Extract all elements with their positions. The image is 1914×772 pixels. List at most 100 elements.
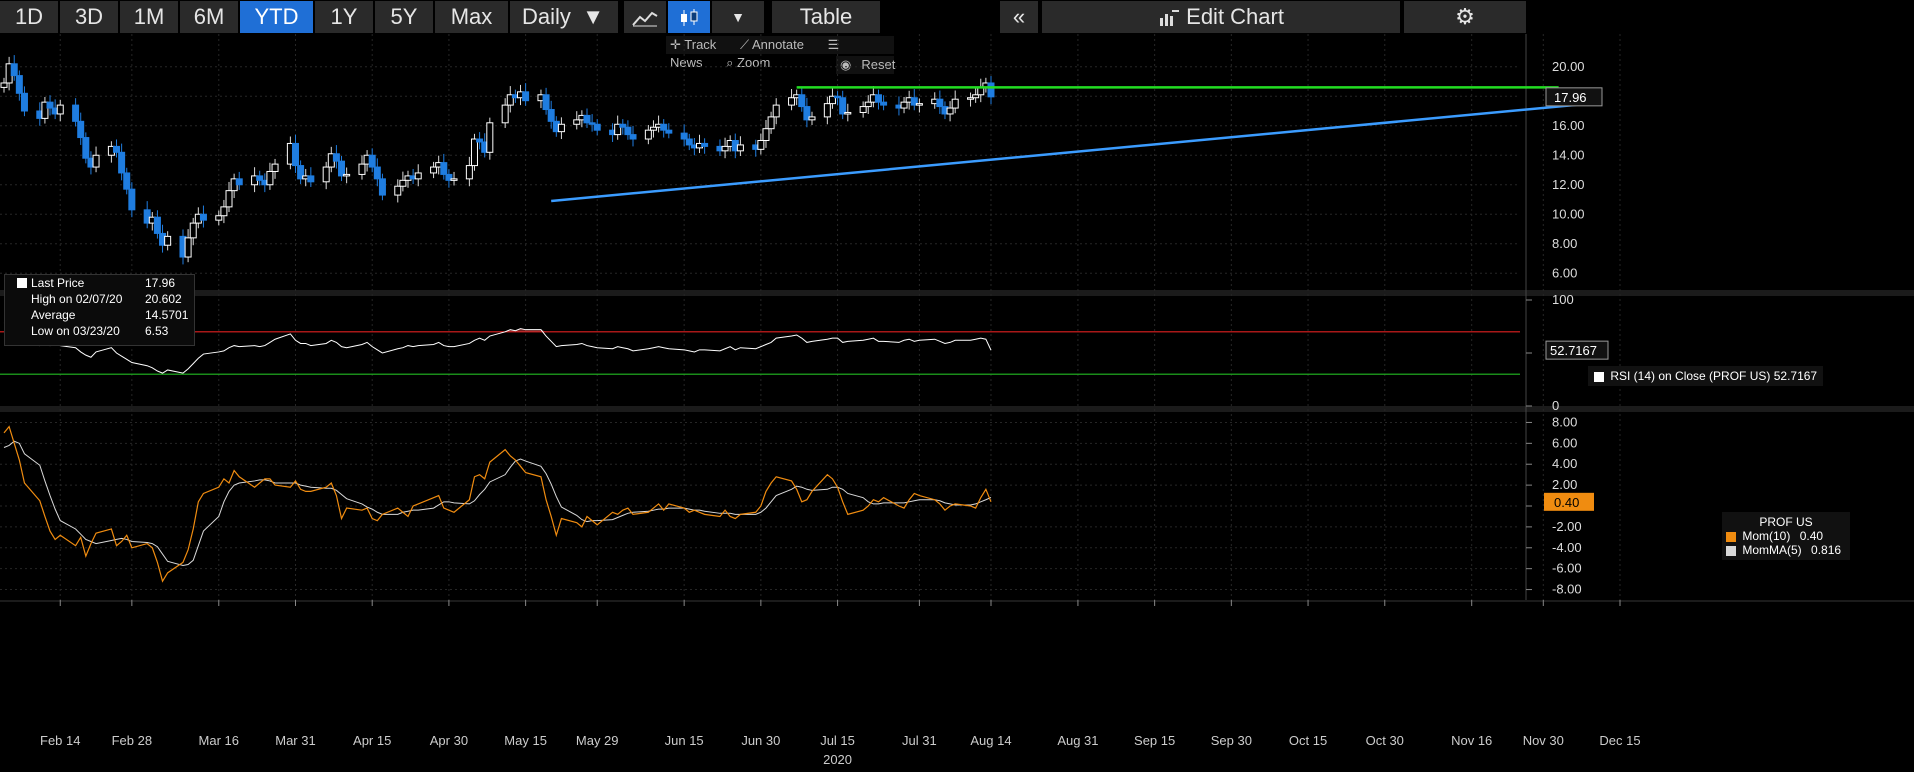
x-tick-label: Dec 15 [1599, 733, 1640, 748]
candle-body [767, 116, 775, 130]
momma-legend-label: MomMA(5) [1742, 543, 1802, 557]
price-info-box: Last Price 17.96 High on 02/07/20 20.602… [4, 274, 195, 346]
candle-body [373, 166, 381, 180]
chart-type-dropdown[interactable]: ▼ [712, 1, 766, 33]
edit-chart-button[interactable]: Edit Chart [1042, 1, 1402, 33]
range-3d-button[interactable]: 3D [60, 1, 120, 33]
range-5y-button[interactable]: 5Y [375, 1, 435, 33]
candle-body [788, 97, 796, 106]
candle-body [225, 190, 233, 208]
collapse-icon[interactable]: « [1000, 1, 1040, 33]
candle-body [880, 101, 888, 106]
gear-icon: ⚙ [1455, 4, 1475, 29]
price-y-tick-label: 8.00 [1552, 236, 1577, 251]
candle-body [798, 94, 806, 108]
frequency-select[interactable]: Daily ▼ [510, 1, 620, 33]
mom-line [3, 425, 992, 583]
mom-legend-value: 0.40 [1799, 529, 1824, 543]
candle-body [900, 101, 908, 109]
last-price-swatch [17, 278, 27, 288]
frequency-label: Daily [522, 4, 571, 29]
candle-body [338, 160, 346, 177]
momma-swatch [1726, 545, 1736, 556]
range-1m-button[interactable]: 1M [120, 1, 180, 33]
candle-body [501, 104, 509, 124]
candle-body [414, 172, 422, 180]
average-row: Average 14.5701 [5, 307, 194, 323]
average-value: 14.5701 [145, 308, 189, 322]
x-tick-label: Jul 31 [902, 733, 937, 748]
candle-body [184, 237, 192, 258]
momma-legend-row: MomMA(5) 0.816 [1726, 543, 1846, 557]
x-tick-label: Nov 16 [1451, 733, 1492, 748]
rsi-y-tick-label: 100 [1552, 292, 1574, 307]
chevron-down-icon: ▼ [582, 4, 604, 29]
high-row: High on 02/07/20 20.602 [5, 291, 194, 307]
candle-body [307, 175, 315, 183]
candlestick-icon[interactable] [668, 1, 712, 33]
candle-body [153, 216, 161, 234]
mom-y-tick-label: 4.00 [1552, 456, 1577, 471]
candle-body [128, 188, 136, 211]
candle-body [430, 166, 438, 174]
support-trendline [551, 102, 1590, 203]
candle-body [118, 151, 126, 174]
candle-body [946, 107, 954, 115]
candle-body [736, 144, 744, 152]
candle-body [936, 98, 944, 108]
candle-body [92, 154, 100, 168]
candle-body [123, 172, 131, 190]
range-1d-button[interactable]: 1D [0, 1, 60, 33]
candle-body [486, 122, 494, 153]
mom-swatch [1726, 531, 1736, 542]
line-chart-icon[interactable] [624, 1, 668, 33]
candle-body [874, 94, 882, 103]
candle-body [256, 175, 264, 181]
x-tick-label: Apr 15 [353, 733, 391, 748]
candle-body [844, 111, 852, 115]
range-1y-button[interactable]: 1Y [315, 1, 375, 33]
x-tick-label: Sep 30 [1211, 733, 1252, 748]
candle-body [322, 166, 330, 183]
x-tick-label: Jul 15 [820, 733, 855, 748]
edit-chart-label: Edit Chart [1186, 4, 1284, 29]
candle-body [573, 119, 581, 125]
rsi-legend-text: RSI (14) on Close (PROF US) 52.7167 [1610, 369, 1818, 383]
candle-body [77, 120, 85, 139]
rsi-y-tick-label: 0 [1552, 398, 1559, 413]
candle-body [399, 179, 407, 187]
high-label: High on 02/07/20 [31, 292, 123, 306]
candle-body [864, 101, 872, 108]
mom-y-tick-label: 8.00 [1552, 414, 1577, 429]
candle-body [757, 140, 765, 150]
candle-body [20, 92, 28, 112]
panel-separator [0, 290, 1914, 296]
candle-body [762, 128, 770, 141]
candle-body [644, 129, 652, 140]
table-button[interactable]: Table [772, 1, 882, 33]
chart-area[interactable]: Feb 14 Feb 28 Mar 16 Mar 31 Apr 15 Apr 30 May … [0, 34, 1914, 772]
rsi-legend: RSI (14) on Close (PROF US) 52.7167 [1588, 366, 1824, 386]
range-max-button[interactable]: Max [435, 1, 510, 33]
candle-body [10, 63, 18, 77]
range-ytd-button[interactable]: YTD [240, 1, 315, 33]
low-value: 6.53 [145, 324, 169, 338]
rsi-swatch [1594, 371, 1604, 382]
candle-body [859, 106, 867, 113]
range-6m-button[interactable]: 6M [180, 1, 240, 33]
candle-body [266, 170, 274, 186]
candle-body [343, 173, 351, 177]
low-row: Low on 03/23/20 6.53 [5, 323, 194, 339]
candle-body [0, 82, 8, 88]
momma-legend-value: 0.816 [1811, 543, 1842, 557]
candle-body [823, 103, 831, 118]
settings-button[interactable]: ⚙ [1404, 1, 1528, 33]
toolbar: 1D 3D 1M 6M YTD 1Y 5Y Max Daily ▼ ▼ Tabl… [0, 0, 1914, 34]
x-tick-label: Jun 15 [665, 733, 704, 748]
mom-legend-label: Mom(10) [1742, 529, 1791, 543]
candle-body [772, 104, 780, 118]
mom-y-tick-label: -4.00 [1552, 540, 1582, 555]
candle-body [215, 215, 223, 221]
panel-separator [0, 600, 1914, 602]
candle-body [291, 142, 299, 167]
